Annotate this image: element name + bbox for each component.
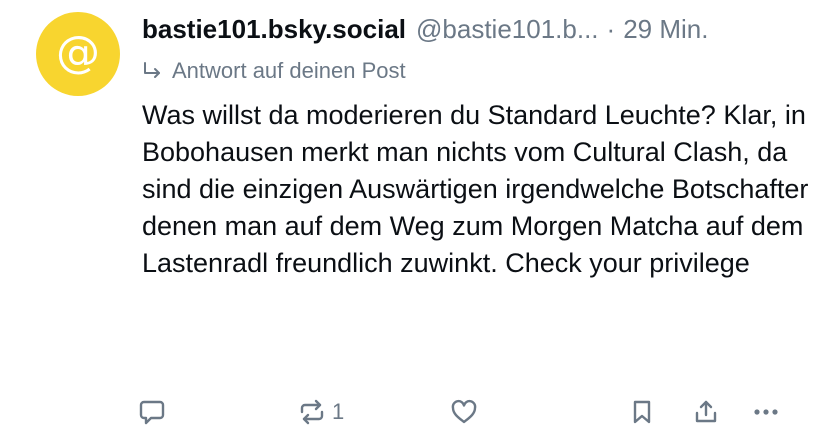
repost-count: 1 — [332, 399, 345, 424]
share-button[interactable] — [692, 392, 720, 432]
repost-button[interactable]: 1 — [298, 392, 344, 432]
more-options-button[interactable] — [752, 392, 780, 432]
like-button[interactable] — [450, 392, 478, 432]
post-actions: 1 — [0, 392, 828, 432]
bookmark-icon — [633, 400, 651, 424]
share-icon — [695, 400, 717, 423]
post[interactable]: @ bastie101.bsky.social @bastie101.b... … — [0, 0, 828, 445]
author-avatar[interactable]: @ — [36, 12, 120, 96]
post-header: bastie101.bsky.social @bastie101.b... · … — [142, 12, 812, 46]
avatar-at-icon: @ — [56, 27, 100, 78]
reply-context[interactable]: Antwort auf deinen Post — [142, 56, 406, 86]
post-timestamp[interactable]: 29 Min. — [623, 12, 708, 46]
reply-arrow-icon — [144, 62, 160, 78]
repost-icon — [300, 399, 324, 425]
ellipsis-icon — [754, 409, 778, 415]
reply-button[interactable] — [138, 392, 166, 432]
header-separator: · — [606, 14, 616, 44]
post-text: Was willst da moderieren du Standard Leu… — [142, 100, 809, 278]
reply-context-label: Antwort auf deinen Post — [172, 58, 406, 83]
author-handle[interactable]: @bastie101.b... — [416, 12, 599, 46]
author-display-name[interactable]: bastie101.bsky.social — [142, 12, 406, 46]
speech-bubble-icon — [139, 400, 165, 425]
bookmark-button[interactable] — [628, 392, 656, 432]
heart-icon — [451, 399, 477, 424]
